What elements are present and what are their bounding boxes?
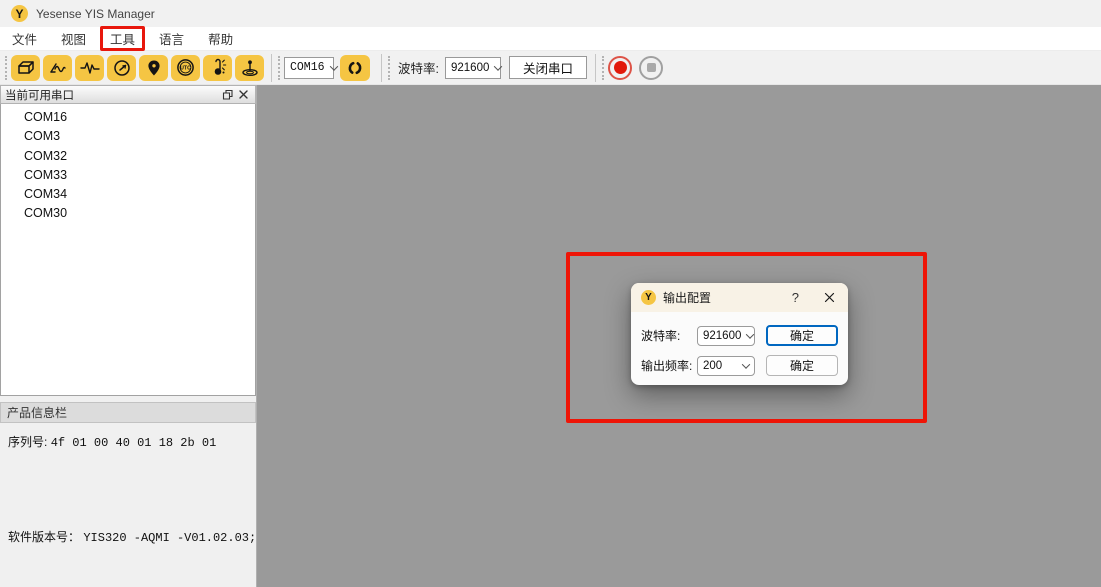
port-list-item[interactable]: COM16 bbox=[1, 108, 255, 127]
toolbar-drag-handle[interactable] bbox=[602, 56, 604, 80]
menu-language[interactable]: 语言 bbox=[149, 26, 194, 51]
mdi-area: Y 输出配置 ? 波特率: 921600 bbox=[257, 85, 1101, 587]
port-list-item[interactable]: COM3 bbox=[1, 127, 255, 146]
svg-text:UTC: UTC bbox=[180, 66, 191, 72]
available-ports-list: COM16 COM3 COM32 COM33 COM34 COM30 bbox=[0, 104, 256, 396]
chevron-down-icon bbox=[746, 330, 754, 338]
chevron-down-icon bbox=[494, 62, 502, 70]
firmware-version-value: YIS320 -AQMI -V01.02.03; bbox=[83, 531, 256, 545]
magnetometer-icon[interactable] bbox=[235, 55, 264, 81]
utc-clock-icon[interactable]: UTC bbox=[171, 55, 200, 81]
product-info-header: 产品信息栏 bbox=[0, 402, 256, 423]
chevron-down-icon bbox=[329, 62, 337, 70]
toolbar-drag-handle[interactable] bbox=[388, 56, 390, 80]
output-rate-row: 输出频率: 200 确定 bbox=[641, 355, 839, 376]
waveform-icon[interactable] bbox=[75, 55, 104, 81]
app-logo-icon: Y bbox=[11, 5, 28, 22]
3d-view-icon[interactable] bbox=[11, 55, 40, 81]
dialog-logo-icon: Y bbox=[641, 290, 656, 305]
window-body: 当前可用串口 COM16 COM3 COM32 COM33 COM34 bbox=[0, 85, 1101, 587]
window-title: Yesense YIS Manager bbox=[36, 7, 155, 21]
firmware-version-label: 软件版本号： bbox=[8, 530, 80, 544]
port-list-item[interactable]: COM32 bbox=[1, 147, 255, 166]
close-serial-port-button[interactable]: 关闭串口 bbox=[509, 56, 587, 79]
dialog-output-rate-label: 输出频率: bbox=[641, 357, 697, 374]
serial-number-label: 序列号: bbox=[8, 435, 47, 449]
toolbar: UTC COM16 波 bbox=[0, 51, 1101, 85]
dialog-baud-select[interactable]: 921600 bbox=[697, 326, 755, 346]
attitude-curve-icon[interactable] bbox=[43, 55, 72, 81]
toolbar-separator bbox=[595, 54, 596, 82]
menu-bar: 文件 视图 工具 语言 帮助 bbox=[0, 27, 1101, 51]
product-info-body: 序列号: 4f 01 00 40 01 18 2b 01 软件版本号： YIS3… bbox=[0, 423, 256, 587]
dialog-baud-value: 921600 bbox=[703, 330, 741, 342]
toolbar-separator bbox=[271, 54, 272, 82]
port-select-value: COM16 bbox=[290, 61, 325, 74]
stop-button[interactable] bbox=[639, 56, 663, 80]
output-rate-confirm-button[interactable]: 确定 bbox=[766, 355, 838, 376]
toolbar-separator bbox=[381, 54, 382, 82]
port-list-item[interactable]: COM33 bbox=[1, 166, 255, 185]
toolbar-drag-handle[interactable] bbox=[5, 56, 7, 80]
dialog-output-rate-select[interactable]: 200 bbox=[697, 356, 755, 376]
serial-number-value: 4f 01 00 40 01 18 2b 01 bbox=[51, 436, 217, 450]
baud-rate-row: 波特率: 921600 确定 bbox=[641, 325, 839, 346]
gauge-icon[interactable] bbox=[107, 55, 136, 81]
help-button[interactable]: ? bbox=[792, 290, 799, 305]
refresh-ports-icon[interactable] bbox=[340, 55, 370, 81]
float-window-icon[interactable] bbox=[219, 87, 235, 102]
close-icon[interactable] bbox=[235, 87, 251, 102]
menu-file[interactable]: 文件 bbox=[2, 26, 47, 51]
temperature-icon[interactable] bbox=[203, 55, 232, 81]
menu-tools[interactable]: 工具 bbox=[100, 26, 145, 51]
serial-number-row: 序列号: 4f 01 00 40 01 18 2b 01 bbox=[8, 433, 248, 450]
gnss-location-icon[interactable] bbox=[139, 55, 168, 81]
baud-rate-label: 波特率: bbox=[398, 58, 439, 77]
output-config-dialog: Y 输出配置 ? 波特率: 921600 bbox=[631, 283, 848, 385]
dialog-baud-label: 波特率: bbox=[641, 327, 697, 344]
close-icon[interactable] bbox=[824, 292, 835, 303]
dialog-title: 输出配置 bbox=[663, 289, 792, 306]
toolbar-drag-handle[interactable] bbox=[278, 56, 280, 80]
port-list-item[interactable]: COM30 bbox=[1, 204, 255, 223]
stop-icon bbox=[647, 63, 656, 72]
baud-rate-value: 921600 bbox=[451, 62, 489, 74]
menu-help[interactable]: 帮助 bbox=[198, 26, 243, 51]
baud-confirm-button[interactable]: 确定 bbox=[766, 325, 838, 346]
dialog-output-rate-value: 200 bbox=[703, 360, 722, 372]
app-window: Y Yesense YIS Manager 文件 视图 工具 语言 帮助 bbox=[0, 0, 1101, 587]
baud-rate-select[interactable]: 921600 bbox=[445, 57, 501, 79]
dock-title: 当前可用串口 bbox=[5, 87, 219, 103]
port-select[interactable]: COM16 bbox=[284, 57, 334, 79]
title-bar: Y Yesense YIS Manager bbox=[0, 0, 1101, 27]
dialog-title-bar[interactable]: Y 输出配置 ? bbox=[631, 283, 848, 312]
menu-view[interactable]: 视图 bbox=[51, 26, 96, 51]
record-button[interactable] bbox=[608, 56, 632, 80]
dialog-body: 波特率: 921600 确定 输出频率: 200 确定 bbox=[631, 312, 848, 376]
chevron-down-icon bbox=[742, 360, 750, 368]
port-list-item[interactable]: COM34 bbox=[1, 185, 255, 204]
product-info-title: 产品信息栏 bbox=[7, 404, 67, 421]
record-icon bbox=[614, 61, 627, 74]
firmware-version-row: 软件版本号： YIS320 -AQMI -V01.02.03; bbox=[8, 528, 248, 545]
dock-header: 当前可用串口 bbox=[0, 85, 256, 104]
serial-port-dock: 当前可用串口 COM16 COM3 COM32 COM33 COM34 bbox=[0, 85, 257, 587]
